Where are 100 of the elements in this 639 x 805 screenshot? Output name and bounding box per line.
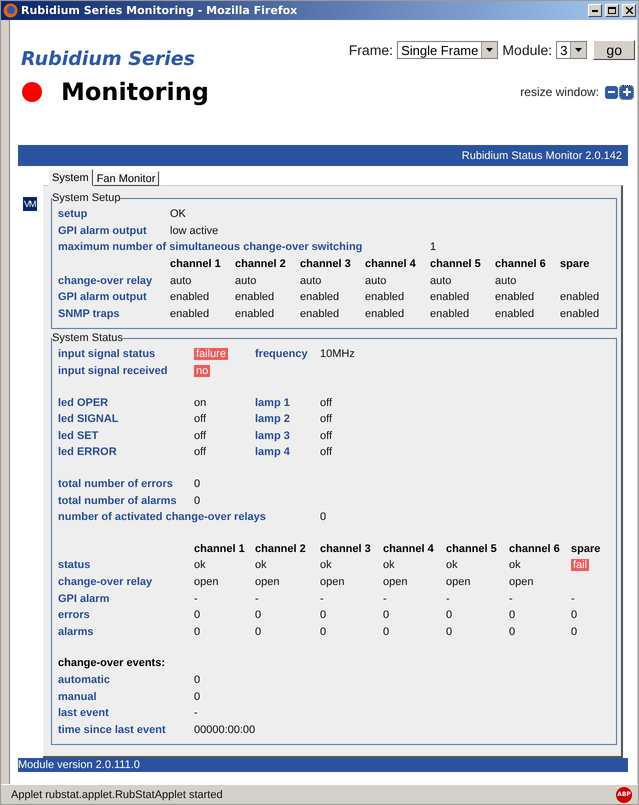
field-value: 0 <box>319 511 328 524</box>
field-label: lamp 2 <box>255 413 291 426</box>
table-cell-text: 0 <box>254 609 262 622</box>
group-legend: System Status <box>52 332 123 344</box>
maximize-button[interactable] <box>605 4 619 17</box>
go-button[interactable]: go <box>593 40 635 60</box>
table-cell-text: auto <box>299 274 322 287</box>
table-cell-text: enabled <box>494 308 536 320</box>
column-header: channel 6 <box>509 542 561 555</box>
table-cell-text: - <box>254 592 260 605</box>
minimize-icon <box>592 10 598 12</box>
table-cell-text: enabled <box>494 291 536 304</box>
column-header: channel 6 <box>495 258 547 270</box>
field-label: led OPER <box>58 396 110 409</box>
table-cell-text: - <box>319 592 325 605</box>
table-cell-text: enabled <box>299 291 340 304</box>
table-cell-text: enabled <box>299 308 340 320</box>
field-label: GPI alarm output <box>58 224 148 237</box>
column-header: channel 1 <box>170 258 222 270</box>
table-cell-text: open <box>382 576 408 588</box>
table-cell-text: enabled <box>429 291 470 304</box>
field-value: 1 <box>429 241 438 254</box>
field-value: off <box>193 413 208 426</box>
table-cell-text: enabled <box>429 308 470 320</box>
table-cell-text: - <box>508 592 514 605</box>
column-header: channel 4 <box>383 542 435 555</box>
field-label: input signal status <box>58 348 156 360</box>
field-value: off <box>319 413 334 426</box>
field-label: lamp 3 <box>255 430 291 442</box>
field-label: number of activated change-over relays <box>58 511 267 524</box>
column-header: channel 1 <box>194 542 246 555</box>
field-value: 0 <box>193 690 202 703</box>
field-value: off <box>193 446 208 458</box>
table-cell-text: enabled <box>234 308 276 320</box>
table-cell-text: auto <box>169 274 192 287</box>
field-label: manual <box>58 690 98 703</box>
table-cell-text: ok <box>319 559 333 572</box>
shrink-button[interactable] <box>605 86 618 98</box>
table-cell-text: enabled <box>559 308 600 320</box>
field-label: total number of alarms <box>58 494 178 507</box>
table-cell-text: enabled <box>234 291 276 304</box>
close-button[interactable] <box>622 4 636 17</box>
row-label: GPI alarm <box>58 592 110 605</box>
field-value: 0 <box>193 478 202 490</box>
section-heading: change-over events: <box>58 657 166 670</box>
table-cell-text: 0 <box>508 609 516 622</box>
tab[interactable]: System <box>48 169 93 186</box>
enlarge-button[interactable] <box>620 86 633 98</box>
table-cell-text: 0 <box>570 626 578 638</box>
table-cell-text: auto <box>364 274 388 287</box>
field-label: time since last event <box>58 724 167 736</box>
field-value: low active <box>169 224 220 237</box>
alert-value: failure <box>194 348 228 360</box>
field-label: lamp 1 <box>255 396 291 409</box>
close-icon <box>626 7 632 14</box>
field-value: 0 <box>193 674 202 686</box>
column-header: channel 3 <box>320 542 372 555</box>
table-cell-text: auto <box>234 274 258 287</box>
vm-badge: VM <box>23 197 36 211</box>
table-cell-text: 0 <box>445 609 454 622</box>
applet-footer: Module version 2.0.111.0 <box>18 758 628 772</box>
column-header: channel 3 <box>300 258 352 270</box>
column-header: channel 2 <box>255 542 307 555</box>
table-cell-text: 0 <box>193 626 202 638</box>
frame-select[interactable]: Single Frame <box>397 41 498 59</box>
field-label: total number of errors <box>58 478 174 490</box>
table-cell-text: enabled <box>559 291 600 304</box>
field-value: 0 <box>193 494 202 507</box>
field-value: 00000:00:00 <box>193 724 256 736</box>
field-label: last event <box>58 707 110 720</box>
applet-title-bar: Rubidium Status Monitor 2.0.142 <box>18 145 628 166</box>
row-label: alarms <box>58 626 94 638</box>
field-label: led SIGNAL <box>58 413 120 426</box>
page-title: Monitoring <box>61 78 209 106</box>
maximize-icon <box>608 7 616 14</box>
table-cell-text: 0 <box>193 609 202 622</box>
field-label: input signal received <box>58 365 168 378</box>
table-cell-text: open <box>254 576 280 588</box>
resize-label: resize window: <box>520 85 599 99</box>
field-value: OK <box>169 208 187 220</box>
module-select[interactable]: 3 <box>556 41 588 59</box>
table-cell-text: - <box>570 592 576 605</box>
table-cell-text: enabled <box>364 291 406 304</box>
column-header: spare <box>560 258 590 270</box>
alert-value: no <box>194 365 210 378</box>
table-cell-text: 0 <box>254 626 262 638</box>
table-cell-text: ok <box>254 559 268 572</box>
table-cell-text: 0 <box>382 626 390 638</box>
table-cell-text: enabled <box>364 308 406 320</box>
window-title: Rubidium Series Monitoring - Mozilla Firefox <box>21 4 298 17</box>
minimize-button[interactable] <box>588 4 602 17</box>
frame-label: Frame: <box>348 42 394 58</box>
field-label: lamp 4 <box>255 446 291 458</box>
table-cell-text: - <box>445 592 451 605</box>
field-label: setup <box>58 208 88 220</box>
field-label: frequency <box>255 348 309 360</box>
column-header: channel 5 <box>430 258 482 270</box>
column-header: channel 2 <box>235 258 287 270</box>
table-cell-text: 0 <box>508 626 516 638</box>
tab[interactable]: Fan Monitor <box>92 171 160 186</box>
